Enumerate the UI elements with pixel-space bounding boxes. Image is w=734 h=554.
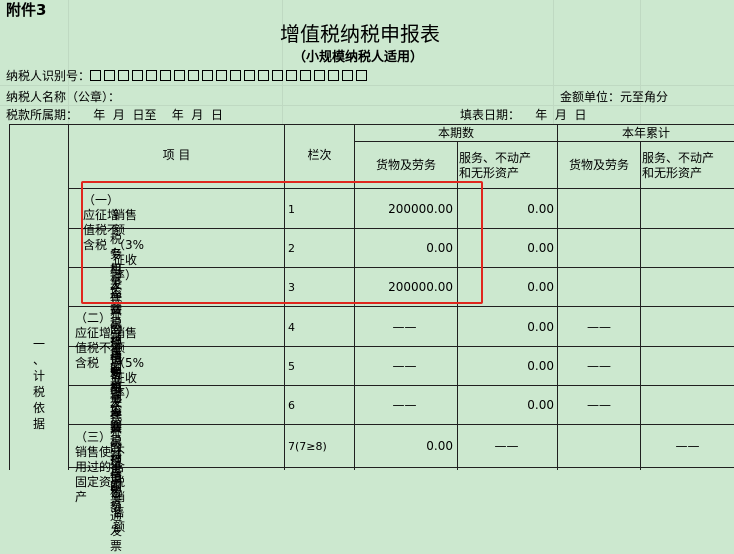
row-column-no: 7(7≥8) [288, 440, 327, 453]
id-digit-box[interactable] [104, 70, 116, 81]
section-label-char: 、 [32, 353, 45, 367]
table-border [68, 306, 734, 307]
id-digit-box[interactable] [328, 70, 340, 81]
id-digit-box[interactable] [202, 70, 214, 81]
ytd-services-value[interactable]: —— [641, 439, 734, 454]
row-item-line2: 不含税销售额 [113, 445, 126, 534]
services-value[interactable]: 0.00 [459, 320, 554, 335]
gridline [553, 0, 554, 125]
id-digit-box[interactable] [300, 70, 312, 81]
form-subtitle: （小规模纳税人适用） [293, 50, 424, 65]
taxpayer-id-boxes[interactable] [90, 69, 370, 83]
id-digit-box[interactable] [272, 70, 284, 81]
table-border [557, 124, 558, 470]
table-border [68, 124, 69, 470]
taxpayer-id-label: 纳税人识别号： [6, 69, 91, 83]
gridline [640, 0, 641, 125]
gridline [0, 105, 734, 106]
id-digit-box[interactable] [160, 70, 172, 81]
header-item: 项 目 [162, 148, 191, 162]
services-value[interactable]: 0.00 [459, 398, 554, 413]
section-label-char: 税 [32, 385, 45, 399]
ytd-goods-value[interactable]: —— [558, 398, 640, 413]
taxpayer-id-row: 纳税人识别号： [6, 69, 370, 83]
header-ytd-services-line2: 和无形资产 [642, 166, 703, 180]
tax-period: 税款所属期： 年 月 日至 年 月 日 [6, 108, 224, 122]
header-year-cumulative: 本年累计 [621, 126, 670, 140]
section-label-char: 计 [32, 369, 45, 383]
id-digit-box[interactable] [90, 70, 102, 81]
table-border [68, 424, 734, 425]
gridline [0, 85, 734, 86]
gridline [282, 0, 283, 125]
fill-date: 填表日期： 年 月 日 [460, 108, 587, 122]
id-digit-box[interactable] [286, 70, 298, 81]
table-border [68, 346, 734, 347]
section-label-char: 一 [32, 337, 45, 351]
row-item-line1: （三）销售使用过的固定资产 [75, 430, 112, 504]
header-ytd-services-line1: 服务、不动产 [642, 151, 715, 165]
header-ytd-goods-labor: 货物及劳务 [568, 158, 629, 172]
row-column-no: 4 [288, 320, 295, 334]
section-label-char: 据 [32, 417, 45, 431]
row-column-no: 6 [288, 399, 295, 412]
row-column-no: 5 [288, 360, 295, 373]
id-digit-box[interactable] [216, 70, 228, 81]
table-border [354, 141, 734, 142]
header-services-line2: 和无形资产 [459, 166, 520, 180]
section-label-char: 依 [32, 401, 45, 415]
id-digit-box[interactable] [244, 70, 256, 81]
id-digit-box[interactable] [230, 70, 242, 81]
row-item-line1: （二）应征增值税不含税 [75, 310, 112, 370]
services-value[interactable]: 0.00 [459, 359, 554, 374]
ytd-goods-value[interactable]: —— [558, 320, 640, 335]
section-label: 一、计税依据 [10, 336, 68, 432]
id-digit-box[interactable] [146, 70, 158, 81]
id-digit-box[interactable] [356, 70, 368, 81]
goods-value[interactable]: —— [356, 359, 453, 374]
highlight-box [81, 181, 483, 304]
header-goods-labor: 货物及劳务 [375, 158, 436, 172]
form-title: 增值税纳税申报表 [280, 22, 440, 46]
attachment-label: 附件3 [6, 1, 47, 19]
goods-value[interactable]: —— [356, 320, 453, 335]
ytd-goods-value[interactable]: —— [558, 359, 640, 374]
id-digit-box[interactable] [132, 70, 144, 81]
id-digit-box[interactable] [174, 70, 186, 81]
id-digit-box[interactable] [314, 70, 326, 81]
table-border [9, 124, 734, 125]
table-border [68, 385, 734, 386]
header-current-period: 本期数 [437, 126, 474, 140]
taxpayer-name-label: 纳税人名称（公章）： [6, 90, 121, 104]
header-column-no: 栏次 [307, 148, 332, 162]
amount-unit: 金额单位：元至角分 [560, 90, 669, 104]
gridline [68, 0, 69, 125]
header-services: 服务、不动产 和无形资产 [459, 151, 557, 181]
goods-value[interactable]: —— [356, 398, 453, 413]
id-digit-box[interactable] [118, 70, 130, 81]
services-value[interactable]: —— [459, 439, 554, 454]
section-label-text: 一、计税依据 [10, 336, 68, 432]
id-digit-box[interactable] [188, 70, 200, 81]
id-digit-box[interactable] [258, 70, 270, 81]
spreadsheet-view: 附件3 增值税纳税申报表 （小规模纳税人适用） 纳税人识别号： 纳税人名称（公章… [0, 0, 734, 553]
table-border [640, 141, 641, 470]
header-ytd-services: 服务、不动产 和无形资产 [642, 151, 734, 181]
id-digit-box[interactable] [342, 70, 354, 81]
header-services-line1: 服务、不动产 [459, 151, 532, 165]
goods-value[interactable]: 0.00 [356, 439, 453, 454]
table-border [68, 467, 734, 468]
